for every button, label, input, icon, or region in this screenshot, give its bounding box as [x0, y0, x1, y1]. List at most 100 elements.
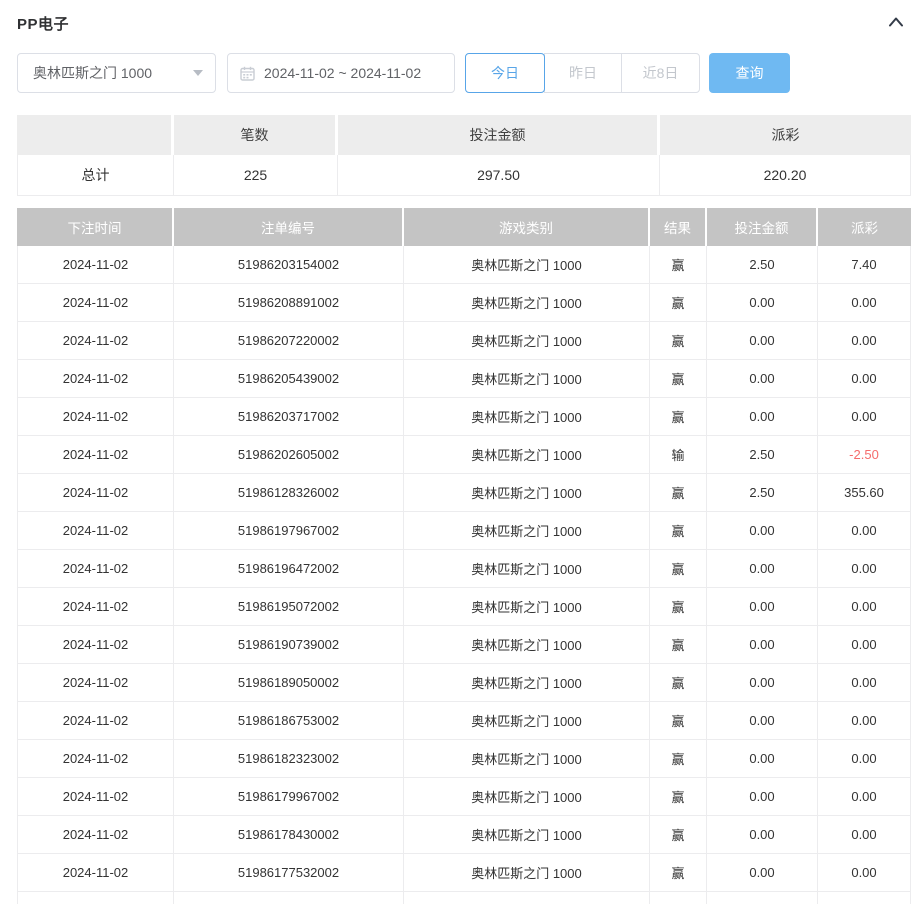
cell-bet-time: 2024-11-02 [17, 322, 174, 360]
cell-payout: 0.00 [818, 702, 911, 740]
last-8-days-button[interactable]: 近8日 [621, 53, 700, 93]
game-select-value: 奥林匹斯之门 1000 [33, 63, 152, 83]
cell-result: 赢 [650, 778, 707, 816]
header-result: 结果 [650, 208, 707, 246]
bet-table-body: 2024-11-0251986203154002奥林匹斯之门 1000赢2.50… [17, 246, 911, 904]
cell-result: 赢 [650, 588, 707, 626]
table-row: 2024-11-0251986207220002奥林匹斯之门 1000赢0.00… [17, 322, 911, 360]
cell-payout: -2.50 [818, 436, 911, 474]
cell-bet-amount: 0.00 [707, 284, 818, 322]
cell-result: 赢 [650, 550, 707, 588]
cell-result: 赢 [650, 854, 707, 892]
cell-bet-time: 2024-11-02 [17, 284, 174, 322]
search-button[interactable]: 查询 [709, 53, 790, 93]
cell-order-no: 51986207220002 [174, 322, 404, 360]
cell-payout: 0.00 [818, 588, 911, 626]
table-row: 2024-11-0251986178430002奥林匹斯之门 1000赢0.00… [17, 816, 911, 854]
summary-header-bet-amount: 投注金额 [338, 115, 660, 155]
cell-bet-time: 2024-11-02 [17, 550, 174, 588]
table-row: 2024-11-0251986195072002奥林匹斯之门 1000赢0.00… [17, 588, 911, 626]
table-row: 2024-11-0251986186753002奥林匹斯之门 1000赢0.00… [17, 702, 911, 740]
cell-result: 赢 [650, 740, 707, 778]
table-row: 2024-11-0251986208891002奥林匹斯之门 1000赢0.00… [17, 284, 911, 322]
page-title: PP电子 [17, 13, 69, 34]
cell-game-type: 奥林匹斯之门 1000 [404, 626, 650, 664]
cell-order-no: 51986196472002 [174, 550, 404, 588]
cell-game-type: 奥林匹斯之门 1000 [404, 664, 650, 702]
cell-payout: 355.60 [818, 474, 911, 512]
summary-total-row: 总计 225 297.50 220.20 [17, 155, 911, 196]
panel-header: PP电子 [17, 14, 911, 32]
cell-bet-time: 2024-11-02 [17, 398, 174, 436]
header-order-no: 注单编号 [174, 208, 404, 246]
table-row: 奥林匹斯之门 1000赢 [17, 892, 911, 904]
table-row: 2024-11-0251986179967002奥林匹斯之门 1000赢0.00… [17, 778, 911, 816]
cell-result: 赢 [650, 892, 707, 904]
cell-bet-time: 2024-11-02 [17, 588, 174, 626]
date-range-input[interactable]: 2024-11-02 ~ 2024-11-02 [227, 53, 455, 93]
cell-game-type: 奥林匹斯之门 1000 [404, 360, 650, 398]
cell-order-no: 51986182323002 [174, 740, 404, 778]
yesterday-button[interactable]: 昨日 [544, 53, 622, 93]
cell-bet-amount: 0.00 [707, 512, 818, 550]
cell-game-type: 奥林匹斯之门 1000 [404, 588, 650, 626]
cell-bet-time: 2024-11-02 [17, 436, 174, 474]
cell-bet-amount: 0.00 [707, 816, 818, 854]
cell-order-no: 51986202605002 [174, 436, 404, 474]
cell-result: 赢 [650, 702, 707, 740]
caret-down-icon [193, 70, 203, 76]
cell-payout: 0.00 [818, 740, 911, 778]
cell-order-no: 51986189050002 [174, 664, 404, 702]
cell-bet-time: 2024-11-02 [17, 246, 174, 284]
cell-order-no [174, 892, 404, 904]
cell-bet-amount: 0.00 [707, 854, 818, 892]
cell-payout: 0.00 [818, 778, 911, 816]
cell-payout: 0.00 [818, 512, 911, 550]
cell-bet-amount: 0.00 [707, 626, 818, 664]
cell-bet-amount [707, 892, 818, 904]
cell-result: 赢 [650, 284, 707, 322]
collapse-panel-button[interactable] [887, 14, 905, 32]
cell-result: 赢 [650, 664, 707, 702]
cell-bet-time: 2024-11-02 [17, 626, 174, 664]
cell-order-no: 51986190739002 [174, 626, 404, 664]
date-range-value: 2024-11-02 ~ 2024-11-02 [264, 65, 421, 81]
cell-bet-amount: 0.00 [707, 550, 818, 588]
cell-bet-amount: 0.00 [707, 740, 818, 778]
cell-bet-time: 2024-11-02 [17, 740, 174, 778]
table-row: 2024-11-0251986128326002奥林匹斯之门 1000赢2.50… [17, 474, 911, 512]
cell-order-no: 51986128326002 [174, 474, 404, 512]
bet-records-table: 下注时间 注单编号 游戏类别 结果 投注金额 派彩 2024-11-025198… [17, 208, 911, 904]
cell-bet-amount: 0.00 [707, 322, 818, 360]
table-row: 2024-11-0251986196472002奥林匹斯之门 1000赢0.00… [17, 550, 911, 588]
today-button[interactable]: 今日 [465, 53, 545, 93]
table-row: 2024-11-0251986177532002奥林匹斯之门 1000赢0.00… [17, 854, 911, 892]
cell-payout: 0.00 [818, 626, 911, 664]
cell-game-type: 奥林匹斯之门 1000 [404, 284, 650, 322]
cell-game-type: 奥林匹斯之门 1000 [404, 816, 650, 854]
table-row: 2024-11-0251986203717002奥林匹斯之门 1000赢0.00… [17, 398, 911, 436]
cell-game-type: 奥林匹斯之门 1000 [404, 550, 650, 588]
cell-result: 赢 [650, 398, 707, 436]
summary-total-count: 225 [174, 155, 338, 196]
cell-game-type: 奥林匹斯之门 1000 [404, 854, 650, 892]
chevron-up-icon [887, 15, 905, 32]
game-select[interactable]: 奥林匹斯之门 1000 [17, 53, 216, 93]
cell-result: 赢 [650, 322, 707, 360]
cell-result: 赢 [650, 246, 707, 284]
cell-bet-time: 2024-11-02 [17, 854, 174, 892]
cell-game-type: 奥林匹斯之门 1000 [404, 892, 650, 904]
cell-result: 赢 [650, 360, 707, 398]
table-row: 2024-11-0251986189050002奥林匹斯之门 1000赢0.00… [17, 664, 911, 702]
table-row: 2024-11-0251986197967002奥林匹斯之门 1000赢0.00… [17, 512, 911, 550]
cell-bet-time: 2024-11-02 [17, 474, 174, 512]
cell-payout: 0.00 [818, 550, 911, 588]
cell-bet-amount: 2.50 [707, 246, 818, 284]
cell-bet-amount: 0.00 [707, 664, 818, 702]
summary-header-payout: 派彩 [660, 115, 911, 155]
cell-game-type: 奥林匹斯之门 1000 [404, 322, 650, 360]
cell-game-type: 奥林匹斯之门 1000 [404, 778, 650, 816]
cell-order-no: 51986179967002 [174, 778, 404, 816]
bet-table-header-row: 下注时间 注单编号 游戏类别 结果 投注金额 派彩 [17, 208, 911, 246]
cell-game-type: 奥林匹斯之门 1000 [404, 398, 650, 436]
